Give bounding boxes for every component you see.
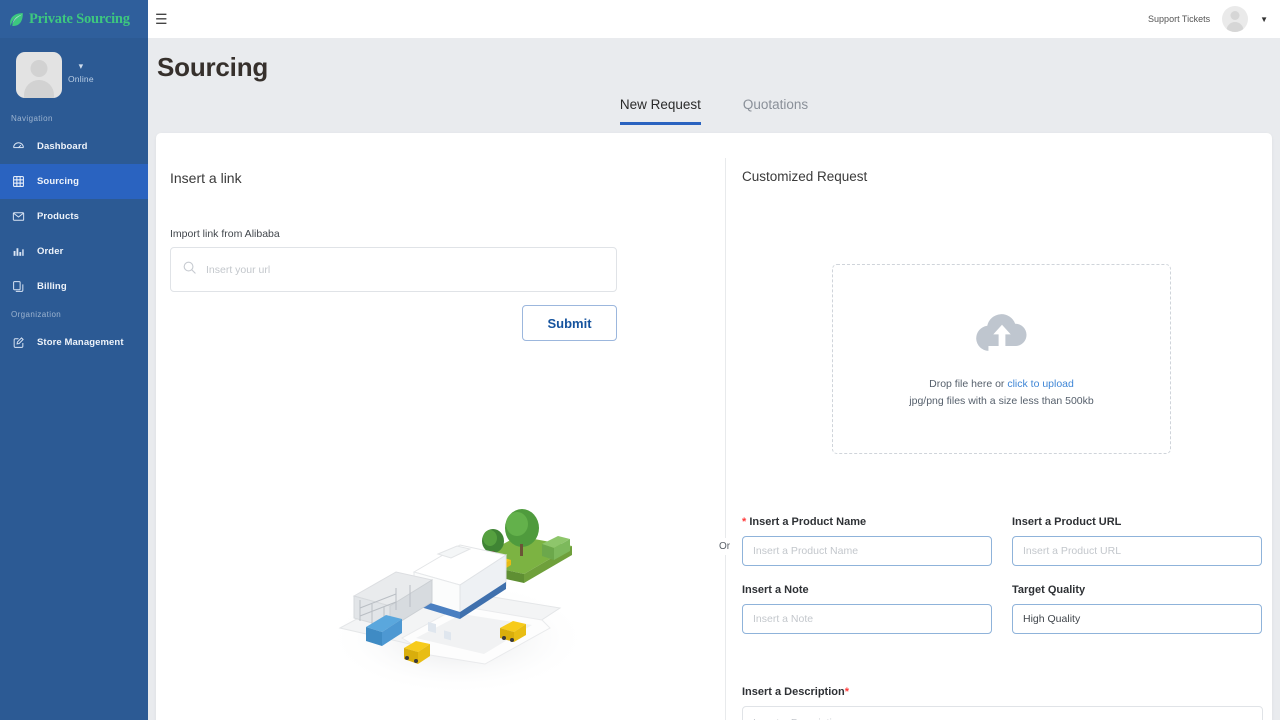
sidebar-item-order[interactable]: Order: [0, 234, 148, 269]
label-text: Insert a Product Name: [749, 516, 867, 528]
sidebar-item-label: Dashboard: [37, 141, 88, 152]
insert-link-panel: Insert a link Import link from Alibaba S…: [170, 133, 715, 720]
app-root: Private Sourcing ▾ Online Navigation Das…: [0, 0, 1280, 720]
required-marker: *: [844, 686, 849, 698]
url-input-wrapper[interactable]: [170, 247, 617, 292]
dashboard-icon: [11, 140, 25, 154]
click-to-upload-link[interactable]: click to upload: [1007, 378, 1074, 390]
sidebar-item-label: Order: [37, 246, 64, 257]
sidebar-profile[interactable]: ▾ Online: [0, 38, 148, 108]
or-separator-label: Or: [717, 538, 733, 555]
brand-name: Private Sourcing: [29, 10, 130, 27]
edit-square-icon: [11, 336, 25, 350]
brand-logo[interactable]: Private Sourcing: [0, 0, 148, 38]
label-text: Insert a Description: [742, 686, 845, 698]
dropzone-hint: jpg/png files with a size less than 500k…: [909, 395, 1094, 407]
sidebar-item-dashboard[interactable]: Dashboard: [0, 129, 148, 164]
request-card: Or Insert a link Import link from Alibab…: [156, 133, 1272, 720]
note-input[interactable]: [742, 604, 992, 634]
url-input[interactable]: [206, 263, 616, 276]
sidebar-item-products[interactable]: Products: [0, 199, 148, 234]
sidebar-item-label: Products: [37, 211, 79, 222]
customized-request-title: Customized Request: [742, 169, 868, 184]
tab-quotations[interactable]: Quotations: [743, 97, 808, 125]
product-url-label: Insert a Product URL: [1012, 516, 1122, 528]
submit-button[interactable]: Submit: [522, 305, 617, 341]
leaf-icon: [8, 11, 25, 28]
sidebar: Private Sourcing ▾ Online Navigation Das…: [0, 0, 148, 720]
panel-divider: [725, 158, 726, 720]
online-status: Online: [68, 74, 94, 84]
insert-link-title: Insert a link: [170, 170, 242, 186]
dropzone-primary-text: Drop file here or click to upload: [929, 376, 1074, 393]
description-label: Insert a Description*: [742, 686, 849, 698]
nav-section-navigation: Navigation: [11, 114, 53, 123]
required-marker: *: [742, 516, 747, 528]
target-quality-input[interactable]: [1012, 604, 1262, 634]
avatar[interactable]: [1222, 6, 1249, 32]
note-label: Insert a Note: [742, 584, 809, 596]
product-name-label: * Insert a Product Name: [742, 516, 1012, 528]
import-link-label: Import link from Alibaba: [170, 228, 280, 240]
product-name-input[interactable]: [742, 536, 992, 566]
product-url-input[interactable]: [1012, 536, 1262, 566]
content-area: Sourcing New Request Quotations Or Inser…: [148, 38, 1280, 720]
grid-icon: [11, 175, 25, 189]
tab-new-request[interactable]: New Request: [619, 97, 701, 125]
sidebar-item-store-management[interactable]: Store Management: [0, 325, 148, 360]
cloud-upload-icon: [971, 308, 1033, 360]
envelope-icon: [11, 210, 25, 224]
chevron-down-icon[interactable]: ▾: [79, 62, 84, 71]
file-dropzone[interactable]: Drop file here or click to upload jpg/pn…: [832, 264, 1171, 454]
topbar: ☰ Support Tickets ▼: [148, 0, 1280, 38]
nav-section-organization: Organization: [11, 310, 62, 319]
sidebar-item-label: Billing: [37, 281, 67, 292]
dropzone-text: Drop file here or: [929, 378, 1008, 390]
search-icon: [182, 260, 197, 280]
avatar: [16, 52, 62, 98]
hamburger-icon[interactable]: ☰: [155, 12, 185, 26]
caret-down-icon[interactable]: ▼: [1260, 15, 1268, 24]
description-input[interactable]: [742, 706, 1263, 720]
sidebar-item-label: Store Management: [37, 337, 124, 348]
sidebar-item-sourcing[interactable]: Sourcing: [0, 164, 148, 199]
tab-bar: New Request Quotations: [148, 97, 1280, 125]
sidebar-item-label: Sourcing: [37, 176, 79, 187]
copy-icon: [11, 280, 25, 294]
customized-request-panel: Customized Request Drop file here or cli…: [733, 133, 1272, 720]
support-tickets-link[interactable]: Support Tickets: [1148, 14, 1210, 24]
sidebar-item-billing[interactable]: Billing: [0, 269, 148, 304]
bar-chart-icon: [11, 245, 25, 259]
page-title: Sourcing: [157, 52, 269, 82]
request-form: * Insert a Product Name Insert a Product…: [742, 498, 1272, 634]
target-quality-label: Target Quality: [1012, 584, 1086, 596]
isometric-logistics-warehouse-illustration: [310, 488, 600, 703]
